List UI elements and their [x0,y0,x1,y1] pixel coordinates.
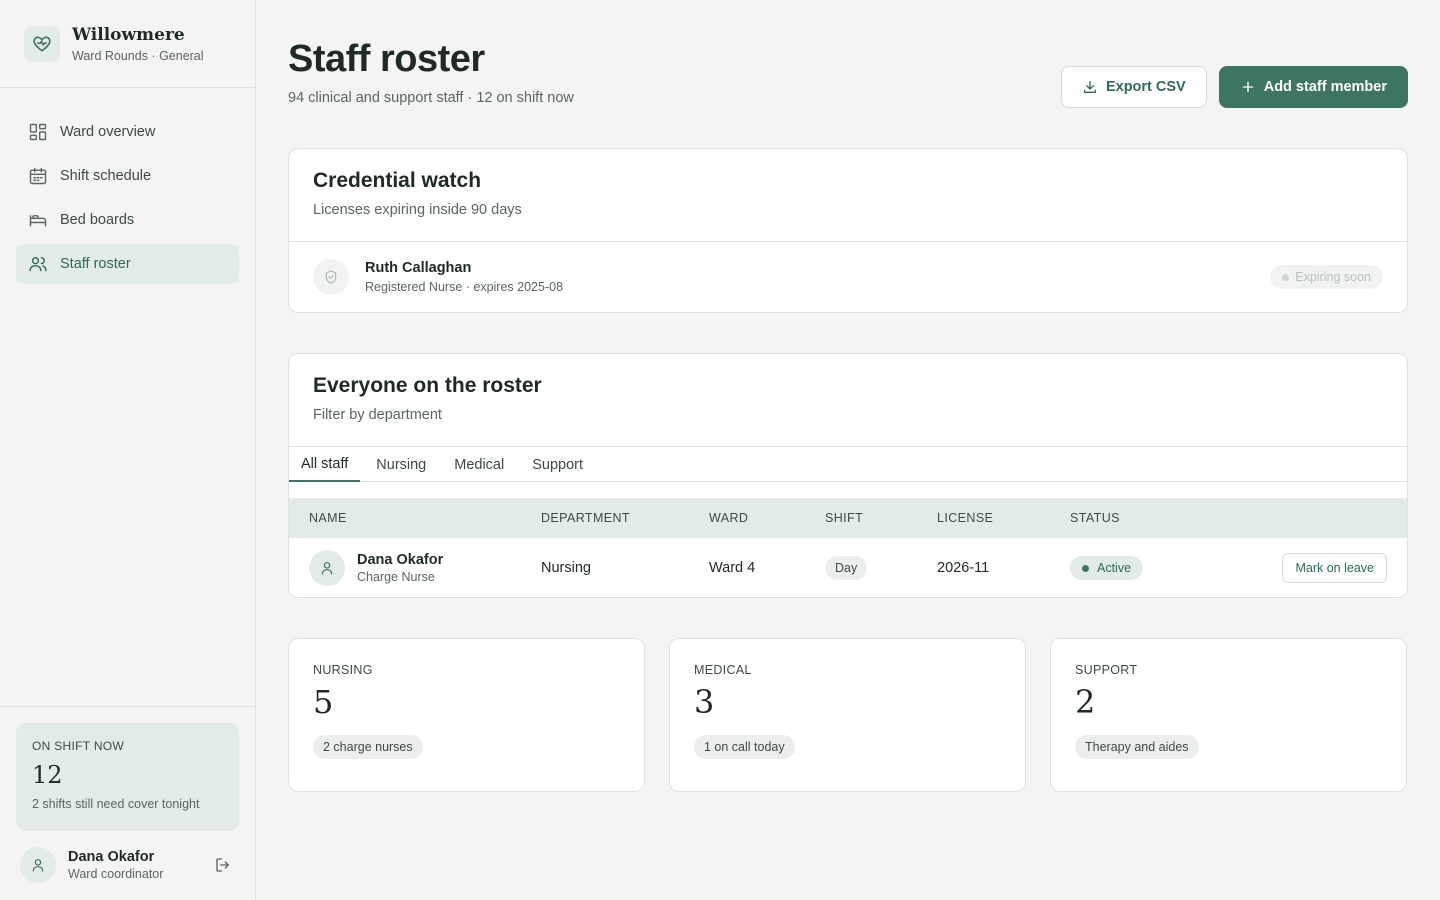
add-staff-button[interactable]: Add staff member [1218,66,1408,108]
stat-card-support: SUPPORT 2 Therapy and aides [1050,638,1407,792]
page-header: Staff roster 94 clinical and support sta… [288,0,1408,148]
on-shift-note: 2 shifts still need cover tonight [32,797,200,811]
tab-support[interactable]: Support [520,447,595,482]
brand-name: Willowmere [72,24,185,45]
brand-subtitle: Ward Rounds · General [72,48,204,63]
sidebar-item-label: Ward overview [60,124,156,140]
page-subtitle: 94 clinical and support staff · 12 on sh… [288,90,574,106]
export-csv-label: Export CSV [1105,79,1186,95]
tab-medical[interactable]: Medical [442,447,516,482]
stat-label: SUPPORT [1075,663,1138,677]
add-staff-label: Add staff member [1263,79,1387,95]
table-row[interactable]: Dana Okafor Charge Nurse Nursing Ward 4 … [289,538,1407,597]
main-content: Staff roster 94 clinical and support sta… [288,0,1408,792]
plus-icon [1242,81,1254,93]
credential-watch-title: Credential watch [313,169,482,192]
stat-value: 2 [1075,683,1096,721]
export-csv-button[interactable]: Export CSV [1060,66,1207,108]
credential-watch-card: Credential watch Licenses expiring insid… [288,148,1408,313]
tab-nursing[interactable]: Nursing [364,447,438,482]
status-badge: Active [1070,556,1144,580]
sidebar-item-shift-schedule[interactable]: Shift schedule [16,156,239,196]
mark-on-leave-button[interactable]: Mark on leave [1282,553,1387,583]
sidebar-item-label: Bed boards [60,212,135,228]
roster-title: Everyone on the roster [313,374,542,397]
status-dot [1082,564,1089,572]
stat-label: NURSING [313,663,373,677]
sidebar-item-ward-overview[interactable]: Ward overview [16,112,239,152]
sidebar-item-label: Staff roster [60,256,131,272]
on-shift-count: 12 [32,761,63,789]
column-header-department[interactable]: DEPARTMENT [541,511,709,525]
page-actions: Export CSV Add staff member [1060,66,1408,108]
column-header-shift[interactable]: SHIFT [825,511,937,525]
sign-out-icon[interactable] [211,853,235,877]
current-user: Dana Okafor Ward coordinator [16,847,239,883]
calendar-icon [28,166,48,186]
roster-subtitle: Filter by department [313,407,442,423]
table-header: NAME DEPARTMENT WARD SHIFT LICENSE STATU… [289,498,1407,538]
stat-tag: Therapy and aides [1075,735,1199,759]
department-stats: NURSING 5 2 charge nurses MEDICAL 3 1 on… [288,638,1408,792]
sidebar-item-label: Shift schedule [60,168,152,184]
stat-card-medical: MEDICAL 3 1 on call today [669,638,1026,792]
column-header-license[interactable]: LICENSE [937,511,1070,525]
bed-icon [28,210,48,230]
column-header-name[interactable]: NAME [289,511,541,525]
staff-name: Dana Okafor [357,552,444,568]
roster-card: Everyone on the roster Filter by departm… [288,353,1408,598]
sidebar-nav: Ward overview Shift schedule Bed boards … [0,88,255,284]
download-icon [1083,81,1096,93]
stat-tag: 1 on call today [694,735,795,759]
user-name: Dana Okafor [68,849,155,865]
user-role: Ward coordinator [68,867,164,881]
stat-label: MEDICAL [694,663,752,677]
users-icon [28,254,48,274]
department-tabs: All staff Nursing Medical Support [289,447,1407,482]
sidebar-item-bed-boards[interactable]: Bed boards [16,200,239,240]
staff-department: Nursing [541,560,591,576]
status-badge-label: Expiring soon [1295,270,1371,284]
credential-watch-subtitle: Licenses expiring inside 90 days [313,202,522,218]
staff-ward: Ward 4 [709,560,756,576]
status-badge-label: Active [1097,561,1132,575]
shift-badge: Day [825,556,868,580]
staff-license: 2026-11 [937,560,990,576]
sidebar-footer: ON SHIFT NOW 12 2 shifts still need cove… [0,706,255,900]
stat-card-nursing: NURSING 5 2 charge nurses [288,638,645,792]
brand: Willowmere Ward Rounds · General [0,0,255,88]
avatar [309,550,345,586]
on-shift-label: ON SHIFT NOW [32,739,125,753]
on-shift-card: ON SHIFT NOW 12 2 shifts still need cove… [16,723,239,831]
status-dot [1282,273,1290,281]
grid-icon [28,122,48,142]
tab-all-staff[interactable]: All staff [289,447,361,482]
page-title: Staff roster [288,38,485,80]
status-badge: Expiring soon [1270,265,1383,289]
stat-value: 5 [313,683,334,721]
sidebar-item-staff-roster[interactable]: Staff roster [16,244,239,284]
list-item[interactable]: Ruth Callaghan Registered Nurse · expire… [289,242,1407,312]
credential-meta: Registered Nurse · expires 2025-08 [365,280,564,294]
avatar [20,847,56,883]
stat-tag: 2 charge nurses [313,735,423,759]
column-header-ward[interactable]: WARD [709,511,825,525]
credential-name: Ruth Callaghan [365,260,472,276]
sidebar: Willowmere Ward Rounds · General Ward ov… [0,0,256,900]
heart-pulse-icon [24,25,60,62]
stat-value: 3 [694,683,715,721]
shield-icon [313,259,349,295]
column-header-status[interactable]: STATUS [1070,511,1230,525]
staff-role: Charge Nurse [357,570,435,584]
